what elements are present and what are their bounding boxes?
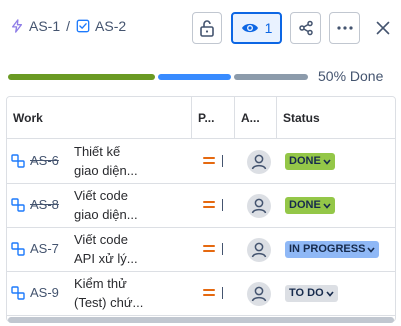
column-header-status[interactable]: Status bbox=[276, 97, 395, 139]
unassigned-avatar[interactable] bbox=[247, 282, 271, 306]
table-header: Work P... A... Status bbox=[7, 97, 395, 139]
priority-medium-icon bbox=[203, 153, 223, 169]
chevron-down-icon bbox=[323, 158, 331, 165]
eye-icon bbox=[241, 23, 258, 33]
restrictions-button[interactable] bbox=[192, 12, 222, 44]
more-actions-button[interactable] bbox=[329, 12, 360, 44]
progress-segment-to-do bbox=[234, 74, 308, 80]
work-item-summary[interactable]: Viết code giao diện... bbox=[74, 186, 184, 224]
epic-bolt-icon bbox=[11, 19, 23, 33]
breadcrumb: AS-1 / AS-2 bbox=[10, 18, 126, 34]
unassigned-avatar[interactable] bbox=[247, 150, 271, 174]
table-row[interactable]: AS-7 Viết code API xử lý... IN PROGRESS bbox=[7, 228, 395, 272]
column-header-priority[interactable]: P... bbox=[191, 97, 234, 139]
unassigned-avatar[interactable] bbox=[247, 238, 271, 262]
status-lozenge[interactable]: DONE bbox=[285, 153, 335, 170]
work-item-key-link[interactable]: AS-7 bbox=[11, 241, 59, 256]
task-check-icon bbox=[76, 19, 90, 33]
breadcrumb-current[interactable]: AS-2 bbox=[76, 18, 126, 34]
close-button[interactable] bbox=[368, 12, 398, 44]
priority-medium-icon bbox=[203, 197, 223, 213]
subtask-icon bbox=[11, 241, 25, 256]
breadcrumb-parent[interactable]: AS-1 bbox=[10, 18, 60, 34]
priority-medium-icon bbox=[203, 241, 223, 257]
unassigned-avatar[interactable] bbox=[247, 194, 271, 218]
chevron-down-icon bbox=[367, 246, 376, 253]
table-row[interactable]: AS-8 Viết code giao diện... DONE bbox=[7, 184, 395, 228]
status-lozenge[interactable]: IN PROGRESS bbox=[285, 241, 380, 258]
progress-segment-in-progress bbox=[157, 74, 232, 80]
person-icon bbox=[251, 198, 267, 214]
watch-button[interactable]: 1 bbox=[231, 12, 282, 44]
share-button[interactable] bbox=[290, 12, 321, 44]
watch-count: 1 bbox=[264, 20, 273, 36]
chevron-down-icon bbox=[326, 290, 334, 297]
table-row[interactable]: AS-9 Kiểm thử (Test) chứ... TO DO bbox=[7, 272, 395, 316]
breadcrumb-parent-key: AS-1 bbox=[29, 18, 61, 34]
child-work-items-table: Work P... A... Status AS-6 Thiết kế giao… bbox=[6, 96, 396, 322]
horizontal-scrollbar[interactable] bbox=[8, 317, 394, 323]
subtask-icon bbox=[11, 285, 25, 300]
work-item-key-link[interactable]: AS-8 bbox=[11, 197, 59, 212]
table-row[interactable]: AS-6 Thiết kế giao diện... DONE bbox=[7, 140, 395, 184]
work-item-key-link[interactable]: AS-9 bbox=[11, 285, 59, 300]
work-item-summary[interactable]: Viết code API xử lý... bbox=[74, 230, 184, 268]
work-item-summary[interactable]: Kiểm thử (Test) chứ... bbox=[74, 274, 184, 312]
issue-header: AS-1 / AS-2 1 bbox=[0, 0, 401, 56]
child-progress-bar bbox=[8, 74, 308, 80]
close-icon bbox=[376, 21, 390, 35]
column-header-work[interactable]: Work bbox=[7, 97, 191, 139]
progress-segment-done bbox=[8, 74, 155, 80]
breadcrumb-current-key: AS-2 bbox=[95, 18, 127, 34]
subtask-icon bbox=[11, 153, 25, 168]
work-item-key-link[interactable]: AS-6 bbox=[11, 153, 59, 168]
work-item-summary[interactable]: Thiết kế giao diện... bbox=[74, 142, 184, 180]
more-icon bbox=[336, 26, 353, 30]
progress-label: 50% Done bbox=[318, 68, 384, 84]
priority-medium-icon bbox=[203, 285, 223, 301]
unlock-icon bbox=[200, 20, 214, 37]
person-icon bbox=[251, 242, 267, 258]
status-lozenge[interactable]: DONE bbox=[285, 197, 335, 214]
column-header-assignee[interactable]: A... bbox=[234, 97, 276, 139]
person-icon bbox=[251, 286, 267, 302]
person-icon bbox=[251, 154, 267, 170]
share-icon bbox=[298, 20, 313, 36]
subtask-icon bbox=[11, 197, 25, 212]
breadcrumb-separator: / bbox=[66, 18, 71, 34]
status-lozenge[interactable]: TO DO bbox=[285, 285, 338, 302]
chevron-down-icon bbox=[323, 202, 331, 209]
